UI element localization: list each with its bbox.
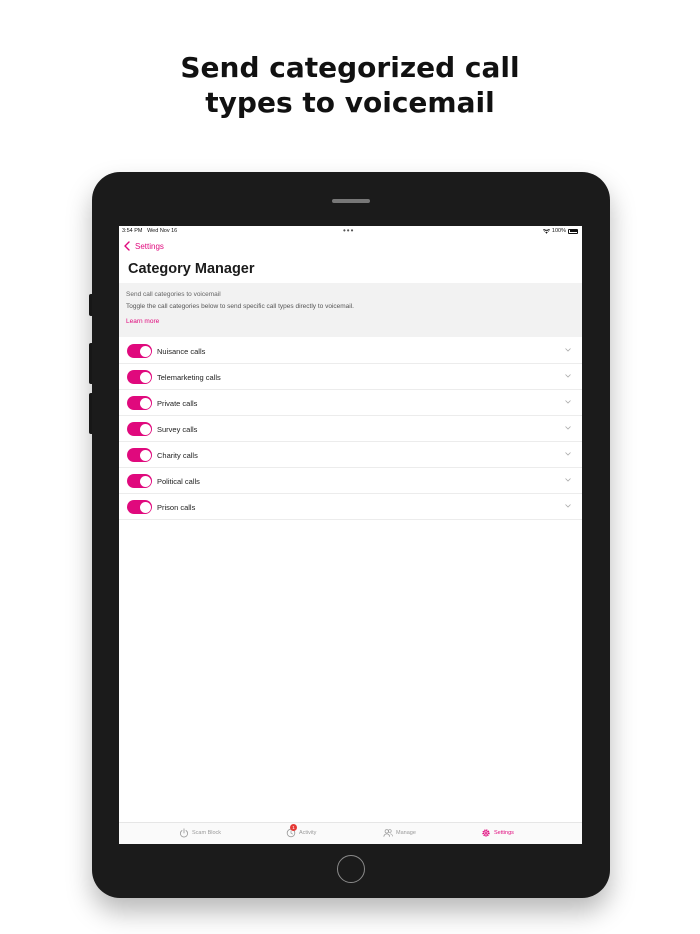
category-label: Nuisance calls [157, 347, 206, 356]
category-label: Political calls [157, 477, 200, 486]
category-list: Nuisance calls Telemarketing calls Priva… [119, 338, 582, 520]
headline: Send categorized call types to voicemail [0, 50, 700, 120]
category-label: Prison calls [157, 503, 196, 512]
home-button[interactable] [337, 855, 365, 883]
chevron-down-icon[interactable] [565, 400, 571, 404]
charity-toggle[interactable] [127, 448, 152, 462]
gear-icon [482, 829, 490, 837]
tab-manage[interactable]: Manage [383, 828, 416, 838]
status-time: 3:54 PM Wed Nov 16 [122, 228, 178, 234]
survey-toggle[interactable] [127, 422, 152, 436]
tab-label: Scam Block [192, 830, 222, 836]
headline-line-1: Send categorized call [180, 51, 520, 84]
tablet-screen: 3:54 PM Wed Nov 16 ••• 100% Settings Cat… [119, 226, 582, 844]
category-row-nuisance[interactable]: Nuisance calls [119, 338, 582, 364]
chevron-down-icon[interactable] [565, 426, 571, 430]
tab-label: Activity [299, 830, 317, 836]
private-toggle[interactable] [127, 396, 152, 410]
chevron-left-icon [124, 241, 130, 251]
tab-activity[interactable]: 1 Activity [286, 824, 317, 838]
info-panel: Send call categories to voicemail Toggle… [119, 283, 582, 337]
back-label: Settings [135, 241, 164, 251]
status-right: 100% [542, 228, 578, 234]
tab-bar: Scam Block 1 Activity Manage Settings [119, 822, 582, 844]
chevron-down-icon[interactable] [565, 452, 571, 456]
political-toggle[interactable] [127, 474, 152, 488]
learn-more-link[interactable]: Learn more [126, 318, 159, 325]
activity-icon-wrap: 1 [286, 824, 297, 838]
status-bar: 3:54 PM Wed Nov 16 ••• 100% [119, 226, 582, 238]
info-description: Toggle the call categories below to send… [126, 303, 354, 310]
tab-label: Settings [494, 830, 514, 836]
tab-label: Manage [396, 830, 416, 836]
tab-settings[interactable]: Settings [481, 828, 514, 838]
multitask-dots-icon[interactable]: ••• [343, 227, 354, 235]
category-row-survey[interactable]: Survey calls [119, 416, 582, 442]
category-label: Survey calls [157, 425, 198, 434]
category-label: Charity calls [157, 451, 198, 460]
telemarketing-toggle[interactable] [127, 370, 152, 384]
battery-icon [568, 228, 578, 234]
people-icon [383, 829, 393, 837]
prison-toggle[interactable] [127, 500, 152, 514]
chevron-down-icon[interactable] [565, 374, 571, 378]
category-row-charity[interactable]: Charity calls [119, 442, 582, 468]
headline-line-2: types to voicemail [205, 86, 495, 119]
device-speaker [332, 199, 370, 203]
nuisance-toggle[interactable] [127, 344, 152, 358]
category-row-political[interactable]: Political calls [119, 468, 582, 494]
tab-scam-block[interactable]: Scam Block [179, 828, 221, 838]
info-heading: Send call categories to voicemail [126, 291, 221, 298]
activity-badge: 1 [290, 824, 297, 831]
page-title: Category Manager [128, 261, 255, 277]
chevron-down-icon[interactable] [565, 504, 571, 508]
category-row-prison[interactable]: Prison calls [119, 494, 582, 520]
category-row-private[interactable]: Private calls [119, 390, 582, 416]
category-row-telemarketing[interactable]: Telemarketing calls [119, 364, 582, 390]
wifi-icon [542, 228, 550, 234]
category-label: Private calls [157, 399, 198, 408]
power-icon [180, 828, 188, 838]
chevron-down-icon[interactable] [565, 478, 571, 482]
battery-percent: 100% [551, 228, 566, 234]
back-button[interactable]: Settings [124, 241, 164, 251]
category-label: Telemarketing calls [157, 373, 221, 382]
chevron-down-icon[interactable] [565, 348, 571, 352]
